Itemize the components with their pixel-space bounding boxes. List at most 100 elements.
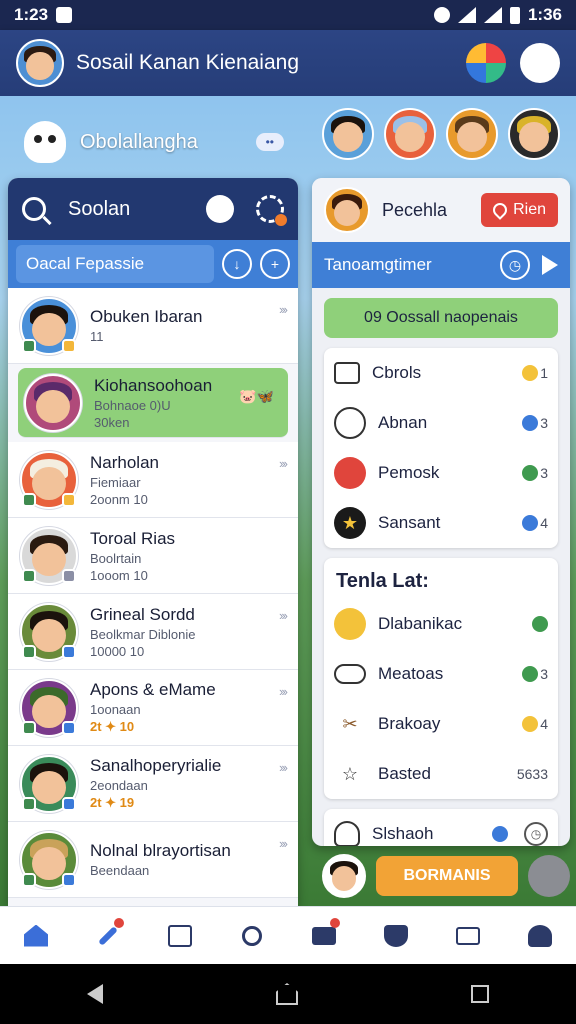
tab-label[interactable]: Tanoamgtimer: [324, 255, 492, 275]
chevron-icon: ›››: [279, 456, 288, 471]
settings-gear-icon[interactable]: [256, 195, 287, 226]
emoji-icon: [522, 716, 539, 732]
story-avatar[interactable]: [322, 108, 374, 160]
list-item[interactable]: Obuken Ibaran 11 ›››: [8, 288, 298, 364]
menu-item-cbrols[interactable]: Cbrols 1: [324, 348, 558, 398]
latest-item[interactable]: ✂ Brakoay 4: [324, 699, 558, 749]
strip-avatar[interactable]: [322, 854, 366, 898]
contact-name: Grineal Sordd: [90, 604, 195, 624]
cloud-icon: [334, 664, 366, 684]
more-badge[interactable]: ••: [255, 133, 284, 151]
count-value: 1: [540, 365, 548, 381]
menu-item-count: 4: [522, 515, 548, 531]
back-icon[interactable]: [86, 984, 103, 1004]
menu-item-label: Abnan: [378, 413, 428, 432]
count-value: 4: [540, 716, 548, 732]
contact-sub: 11: [90, 329, 104, 344]
list-item[interactable]: Apons & eMame 1oonaan 2t ✦ 10 ›››: [8, 670, 298, 746]
contact-sub: 1oonaan: [90, 702, 141, 717]
home-icon[interactable]: [22, 922, 50, 950]
thumbs-up-icon[interactable]: [528, 855, 570, 897]
bag-nav-icon[interactable]: [454, 922, 482, 950]
latest-item-count: 4: [522, 716, 548, 732]
green-dot-icon: [522, 465, 539, 481]
timer-icon[interactable]: ◷: [500, 250, 530, 280]
story-avatar[interactable]: [384, 108, 436, 160]
search-icon[interactable]: [22, 197, 46, 221]
online-badge-icon: [22, 645, 36, 659]
link-icon[interactable]: [94, 917, 124, 950]
section-title: Obolallangha: [80, 130, 198, 153]
list-item[interactable]: Sanalhoperyrialie 2eondaan 2t ✦ 19 ›››: [8, 746, 298, 822]
user-avatar[interactable]: [324, 187, 370, 233]
clock-right: 1:36: [527, 5, 562, 24]
follow-button[interactable]: Rien: [481, 193, 558, 227]
emoji-icon: [522, 365, 539, 381]
signal-icon: [483, 7, 502, 23]
online-badge-icon: [22, 721, 36, 735]
story-avatar[interactable]: [446, 108, 498, 160]
menu-item-sansant[interactable]: ★ Sansant 4: [324, 498, 558, 548]
notification-icon: [56, 7, 73, 23]
building-icon[interactable]: [166, 922, 194, 950]
play-icon[interactable]: [542, 255, 558, 275]
contact-meta: 10000 10: [90, 643, 145, 659]
app-title: Sosail Kanan Kienaiang: [76, 51, 300, 74]
star-badge-icon: [62, 339, 76, 353]
mail-icon[interactable]: [310, 917, 340, 950]
list-item[interactable]: Narholan Fiemiaar 2oonm 10 ›››: [8, 442, 298, 518]
tab-local[interactable]: Oacal Fepassie: [16, 245, 214, 283]
list-item[interactable]: Grineal Sordd Beolkmar Diblonie 10000 10 ›…: [8, 594, 298, 670]
online-badge-icon: [22, 569, 36, 583]
online-badge-icon: [22, 797, 36, 811]
notification-bell-icon[interactable]: [520, 43, 560, 83]
app-header: Sosail Kanan Kienaiang: [0, 30, 576, 96]
search-nav-icon[interactable]: [238, 922, 266, 950]
contact-meta: 30ken: [94, 414, 130, 430]
system-home-icon[interactable]: [275, 983, 298, 1005]
latest-item-label: Basted: [378, 764, 431, 783]
recents-icon[interactable]: [471, 985, 490, 1003]
menu-item-pemosk[interactable]: Pemosk 3: [324, 448, 558, 498]
list-item[interactable]: Toroal Rias Boolrtain 1ooom 10: [8, 518, 298, 594]
menu-item-abnan[interactable]: Abnan 3: [324, 398, 558, 448]
list-item[interactable]: Nolnal blrayortisan Beendaan ›››: [8, 822, 298, 898]
story-avatar[interactable]: [508, 108, 560, 160]
search-bar[interactable]: Soolan: [8, 178, 298, 240]
compose-icon[interactable]: +: [260, 249, 290, 279]
latest-item[interactable]: Dlabanikac: [324, 599, 558, 649]
count-value: 3: [540, 666, 548, 682]
latest-item-label: Dlabanikac: [378, 614, 463, 633]
star-outline-icon: ☆: [341, 763, 359, 784]
search-label: Soolan: [68, 197, 131, 220]
list-item-selected[interactable]: Kiohansoohoan Bohnaoe 0)U 30ken 🐷🦋: [18, 368, 288, 438]
bottom-card-row[interactable]: Slshaoh ◷: [324, 809, 558, 846]
chat-list-panel: Soolan Oacal Fepassie ↓ + Obuken Ibaran 1…: [8, 178, 298, 906]
pin-icon: [522, 515, 539, 531]
contact-sub: Beolkmar Diblonie: [90, 626, 196, 642]
bottom-navigation: [0, 906, 576, 964]
follow-button-label: Rien: [513, 201, 546, 218]
status-bar: 1:23 1:36: [0, 0, 576, 30]
download-icon[interactable]: ↓: [222, 249, 252, 279]
star-icon: ★: [334, 507, 366, 539]
latest-item[interactable]: Meatoas 3: [324, 649, 558, 699]
profile-avatar[interactable]: [16, 39, 64, 87]
ghost-mascot-icon: [24, 121, 66, 163]
clock-icon[interactable]: ◷: [524, 822, 548, 846]
contact-sub: Beendaan: [90, 863, 150, 878]
shield-nav-icon[interactable]: [382, 922, 410, 950]
bonus-button[interactable]: BORMANIS: [376, 856, 518, 896]
latest-item[interactable]: ☆ Basted 5633: [324, 749, 558, 799]
pin-icon: [532, 616, 548, 632]
groups-pill[interactable]: 09 Oossall naopenais: [324, 298, 558, 338]
contact-meta: 2t ✦ 10: [90, 719, 135, 734]
count-value: 3: [540, 465, 548, 481]
apple-icon[interactable]: [206, 195, 234, 223]
online-badge-icon: [22, 493, 36, 507]
profile-nav-icon[interactable]: [526, 922, 554, 950]
menu-item-count: 3: [522, 415, 548, 431]
contact-meta: 2oonm 10: [90, 491, 148, 507]
clock-left: 1:23: [14, 5, 49, 24]
games-icon[interactable]: [466, 43, 506, 83]
